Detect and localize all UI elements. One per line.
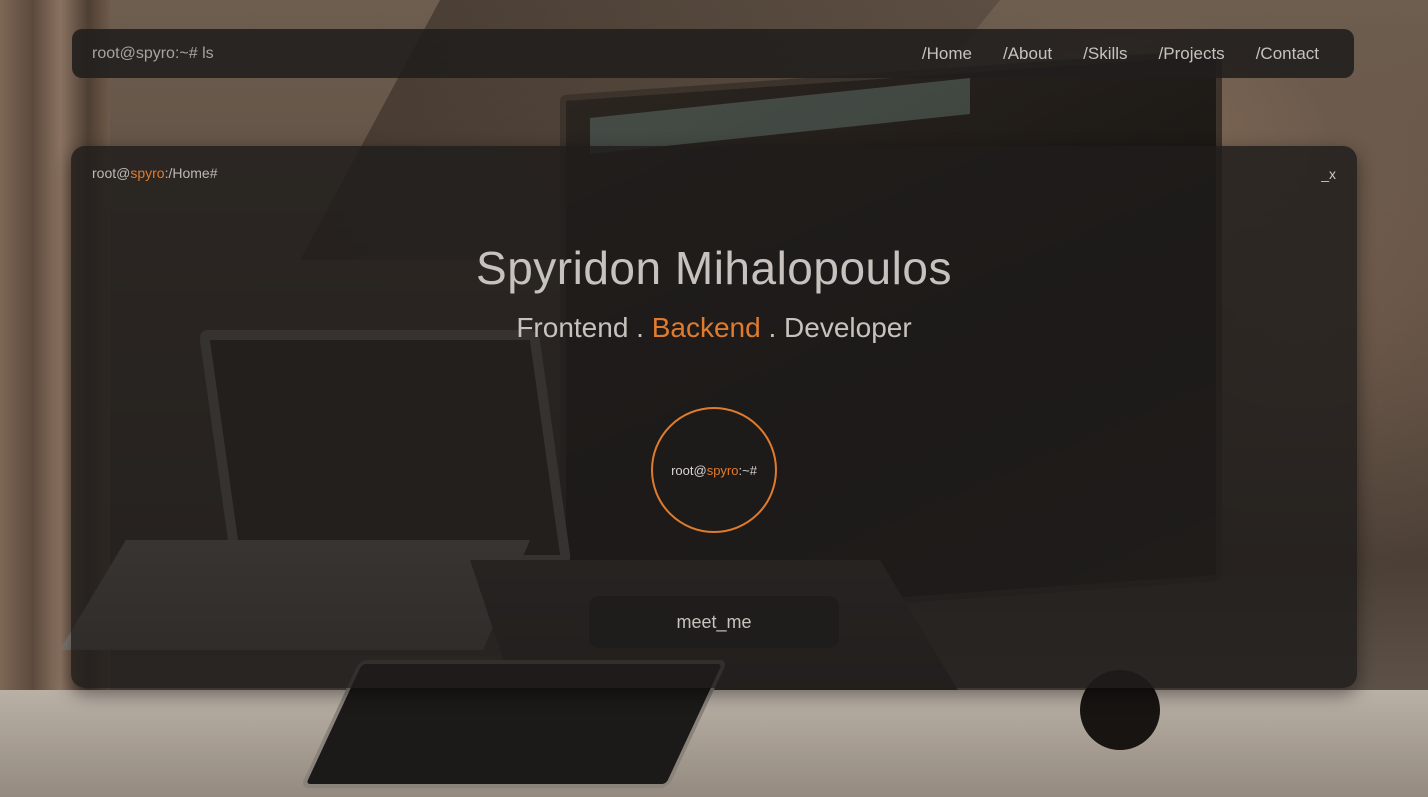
role-frontend: Frontend .	[516, 312, 652, 343]
avatar-user: root@	[671, 462, 707, 478]
nav-prompt: root@spyro:~# ls	[92, 44, 214, 62]
terminal-prompt: root@spyro:/Home#	[92, 165, 218, 181]
avatar-host: spyro	[706, 462, 739, 478]
role-subtitle: Frontend . Backend . Developer	[71, 312, 1357, 344]
nav-link-projects[interactable]: /Projects	[1159, 44, 1225, 64]
role-developer: . Developer	[760, 312, 912, 343]
terminal-window: root@spyro:/Home# _x Spyridon Mihalopoul…	[71, 146, 1357, 688]
avatar-suffix: :~#	[738, 462, 757, 478]
meet-me-button[interactable]: meet_me	[589, 596, 839, 648]
nav-link-skills[interactable]: /Skills	[1083, 44, 1127, 64]
top-navbar: root@spyro:~# ls /Home /About /Skills /P…	[72, 29, 1354, 78]
page-title: Spyridon Mihalopoulos	[476, 242, 952, 294]
terminal-prompt-user: root@	[92, 165, 131, 181]
nav-links: /Home /About /Skills /Projects /Contact	[922, 44, 1319, 64]
avatar: root@ spyro:~#	[651, 407, 777, 533]
nav-link-about[interactable]: /About	[1003, 44, 1052, 64]
terminal-prompt-host: spyro	[130, 165, 165, 181]
desk-image	[0, 690, 1428, 797]
terminal-close-button[interactable]: _x	[1321, 166, 1336, 182]
nav-link-home[interactable]: /Home	[922, 44, 972, 64]
nav-link-contact[interactable]: /Contact	[1256, 44, 1319, 64]
terminal-prompt-path: :/Home#	[164, 165, 218, 181]
role-backend: Backend	[651, 312, 761, 343]
